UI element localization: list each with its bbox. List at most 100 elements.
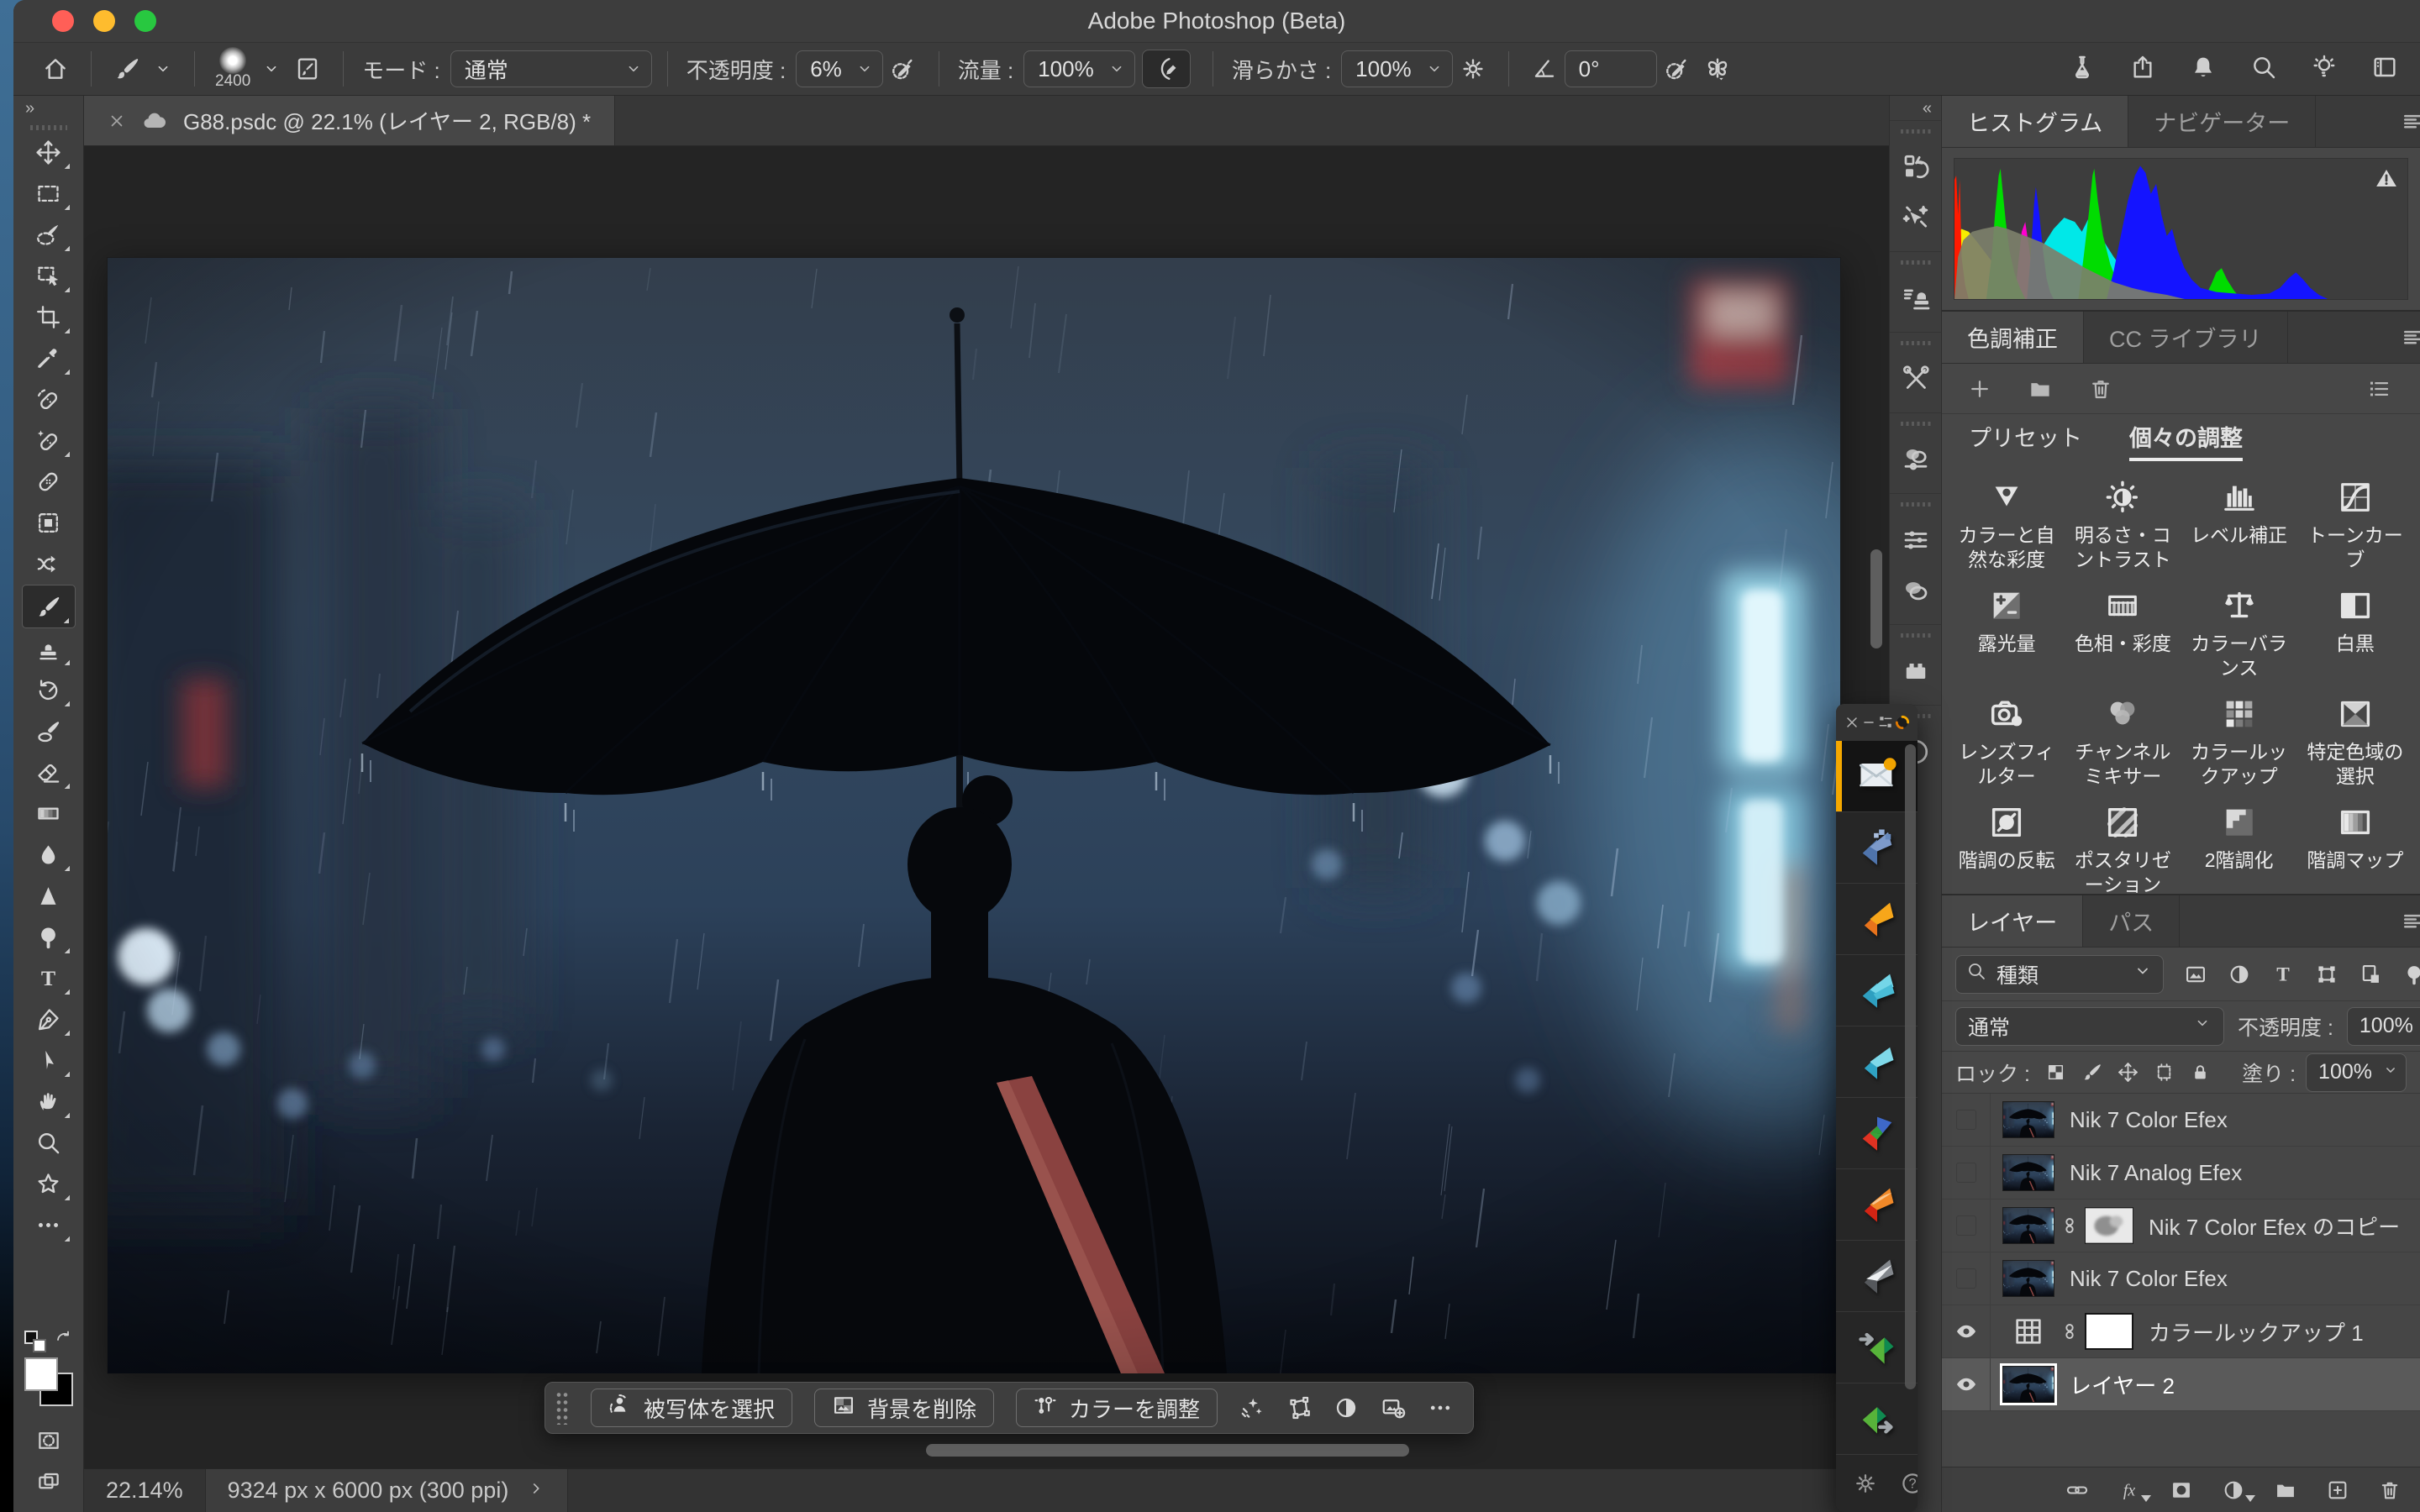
- adjustment-adj-photofilter[interactable]: レンズフィルター: [1949, 681, 2065, 790]
- lock-all-button[interactable]: [2190, 1062, 2211, 1083]
- edit-toolbar[interactable]: [22, 1205, 76, 1246]
- task-bar-grip[interactable]: [555, 1391, 569, 1425]
- layer-opacity-field[interactable]: 100%: [2347, 1007, 2420, 1046]
- dodge-tool[interactable]: [22, 916, 76, 958]
- new-group-button[interactable]: [2274, 1478, 2297, 1502]
- horizontal-scrollbar[interactable]: [926, 1444, 1409, 1457]
- adjustment-adj-bw[interactable]: 白黒: [2297, 573, 2413, 681]
- chevron-down-icon[interactable]: [154, 60, 172, 78]
- blend-mode-select[interactable]: 通常: [450, 50, 652, 87]
- swap-colors-button[interactable]: [53, 1328, 73, 1352]
- hand-tool[interactable]: [22, 1081, 76, 1122]
- brush-tip-preview[interactable]: 2400: [215, 47, 250, 91]
- screen-mode-button[interactable]: [36, 1470, 61, 1495]
- move-tool[interactable]: [22, 132, 76, 173]
- crop-tool[interactable]: [22, 297, 76, 338]
- adjustment-adj-hue[interactable]: 色相・彩度: [2065, 573, 2181, 681]
- foreground-color-swatch[interactable]: [24, 1357, 58, 1391]
- airbrush-toggle-button[interactable]: [1142, 50, 1191, 88]
- tab-histogram[interactable]: ヒストグラム: [1942, 96, 2128, 147]
- share-button[interactable]: [2129, 54, 2156, 85]
- new-adjustment-layer-button[interactable]: [2222, 1478, 2245, 1502]
- tab-cc-libraries[interactable]: CC ライブラリ: [2084, 312, 2288, 363]
- selection-brush-tool[interactable]: [22, 214, 76, 255]
- foreground-background-swatches[interactable]: [24, 1357, 73, 1406]
- tab-layers[interactable]: レイヤー: [1942, 895, 2083, 947]
- pressure-size-button[interactable]: [1664, 55, 1691, 82]
- layer-row[interactable]: Nik 7 Analog Efex: [1942, 1147, 2420, 1200]
- histogram-warning-icon[interactable]: [2374, 165, 2399, 195]
- flow-field[interactable]: 100%: [1023, 50, 1135, 87]
- delete-layer-button[interactable]: [2378, 1478, 2402, 1502]
- layer-mask-thumbnail[interactable]: [2085, 1313, 2133, 1350]
- layer-thumbnail[interactable]: [2002, 1154, 2054, 1191]
- lock-position-button[interactable]: [2118, 1062, 2139, 1083]
- layer-mask-link-icon[interactable]: [2054, 1215, 2085, 1236]
- zoom-window-button[interactable]: [134, 10, 156, 32]
- gradients-icon[interactable]: [1901, 575, 1931, 606]
- tab-navigator[interactable]: ナビゲーター: [2128, 96, 2316, 147]
- layer-name[interactable]: Nik 7 Color Efex のコピー: [2149, 1210, 2400, 1242]
- lock-transparency-button[interactable]: [2045, 1062, 2066, 1083]
- adjustment-adj-balance[interactable]: カラーバランス: [2181, 573, 2297, 681]
- more-options-button[interactable]: [1428, 1395, 1453, 1420]
- adjustment-adj-lut[interactable]: カラールックアップ: [2181, 681, 2297, 790]
- nik-gear-icon[interactable]: [1853, 1471, 1878, 1496]
- adjustment-adj-exposure[interactable]: 露光量: [1949, 573, 2065, 681]
- brush-tool[interactable]: [22, 585, 76, 628]
- add-adjustment-button[interactable]: [1967, 376, 1992, 402]
- nik-scrollbar[interactable]: [1905, 744, 1916, 1389]
- transform-button[interactable]: [1286, 1395, 1312, 1420]
- vertical-scrollbar[interactable]: [1870, 549, 1882, 648]
- layer-row[interactable]: カラールックアップ 1: [1942, 1305, 2420, 1358]
- object-selection-tool[interactable]: [22, 255, 76, 297]
- version-history-icon[interactable]: [1901, 152, 1931, 182]
- subtab-presets[interactable]: プリセット: [1969, 414, 2082, 461]
- zoom-level-field[interactable]: 22.14%: [84, 1469, 205, 1512]
- filter-shape-layers-button[interactable]: [2315, 963, 2338, 986]
- home-button[interactable]: [42, 55, 69, 82]
- quick-mask-button[interactable]: [36, 1428, 61, 1453]
- layer-thumbnail[interactable]: [2002, 1366, 2054, 1403]
- layer-thumbnail[interactable]: [2002, 1101, 2054, 1138]
- adjustment-adj-curves[interactable]: トーンカーブ: [2297, 465, 2413, 573]
- layer-effects-button[interactable]: fx: [2118, 1478, 2141, 1502]
- panel-menu-icon[interactable]: [2400, 109, 2420, 134]
- layer-fill-field[interactable]: 100%: [2306, 1053, 2407, 1092]
- eyedropper-tool[interactable]: [22, 338, 76, 379]
- layer-name[interactable]: Nik 7 Color Efex: [2070, 1266, 2228, 1292]
- patch-tool[interactable]: [22, 461, 76, 502]
- layer-row[interactable]: Nik 7 Color Efex: [1942, 1094, 2420, 1147]
- workspace-button[interactable]: [2371, 54, 2398, 85]
- beta-flask-icon[interactable]: [2069, 54, 2096, 85]
- spot-healing-brush-tool[interactable]: [22, 420, 76, 461]
- lock-artboard-button[interactable]: [2154, 1062, 2175, 1083]
- tab-adjustments[interactable]: 色調補正: [1942, 312, 2084, 363]
- nik-help-icon[interactable]: ?: [1900, 1471, 1918, 1496]
- toolbar-grip[interactable]: [30, 125, 67, 130]
- panel-menu-icon[interactable]: [2400, 325, 2420, 350]
- properties-icon[interactable]: [1901, 525, 1931, 555]
- new-group-folder-button[interactable]: [2028, 376, 2053, 402]
- adjustment-adj-vibrance[interactable]: カラーと自然な彩度: [1949, 465, 2065, 573]
- close-tab-icon[interactable]: [108, 112, 126, 130]
- nik-close-icon[interactable]: [1844, 714, 1860, 731]
- add-layer-mask-button[interactable]: [2170, 1478, 2193, 1502]
- layer-row[interactable]: Nik 7 Color Efex のコピー: [1942, 1200, 2420, 1252]
- adjustment-button[interactable]: [1334, 1395, 1359, 1420]
- layer-visibility-eye-icon[interactable]: [1942, 1305, 1991, 1357]
- canvas-image[interactable]: [108, 258, 1840, 1373]
- adjustment-adj-threshold[interactable]: 2階調化: [2181, 790, 2297, 898]
- brush-angle-field[interactable]: 0°: [1565, 50, 1657, 87]
- clone-source-icon[interactable]: [1901, 283, 1931, 313]
- filter-image-layers-button[interactable]: [2184, 963, 2207, 986]
- layer-visibility-eye-icon[interactable]: [1942, 1358, 1991, 1410]
- marquee-tool[interactable]: [22, 173, 76, 214]
- generative-sparkle-button[interactable]: [1239, 1395, 1265, 1420]
- adjust-color-button[interactable]: カラーを調整: [1016, 1389, 1218, 1427]
- subtab-individual-adjustments[interactable]: 個々の調整: [2129, 414, 2243, 461]
- layer-thumbnail[interactable]: [2002, 1260, 2054, 1297]
- filter-toggle-button[interactable]: [2402, 963, 2420, 986]
- type-tool[interactable]: T: [22, 958, 76, 999]
- opacity-field[interactable]: 6%: [796, 50, 883, 87]
